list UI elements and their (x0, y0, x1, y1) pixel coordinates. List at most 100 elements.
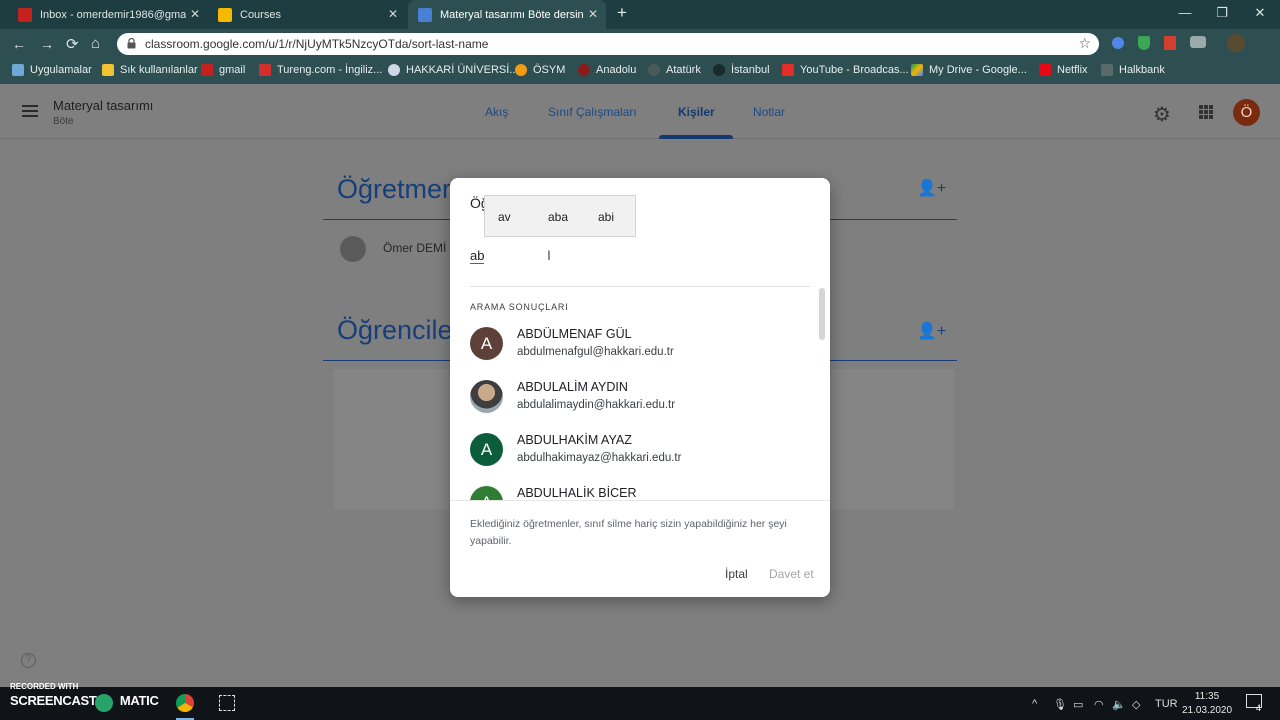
invite-button[interactable]: Davet et (769, 567, 814, 581)
results-label: ARAMA SONUÇLARI (470, 302, 569, 312)
clock[interactable]: 11:35 21.03.2020 (1182, 690, 1232, 718)
tab-grades[interactable]: Notlar (753, 105, 785, 119)
reload-icon[interactable]: ⟳ (66, 35, 79, 53)
main-menu-icon[interactable] (22, 105, 38, 117)
lock-icon (127, 38, 136, 49)
dropbox-icon[interactable]: ◇ (1132, 698, 1140, 711)
list-item[interactable]: A ABDULHALİK BİCER (470, 486, 810, 500)
ime-suggestion[interactable]: aba (548, 210, 568, 224)
cast-extension-icon[interactable] (1190, 36, 1206, 48)
ime-suggestion[interactable]: av (498, 210, 511, 224)
tureng-icon (259, 64, 271, 76)
classroom-icon (218, 7, 232, 22)
search-input[interactable]: ab (470, 249, 485, 264)
forward-icon[interactable]: → (40, 36, 54, 52)
tab-courses[interactable]: Courses ✕ (208, 0, 406, 29)
people-icon (418, 7, 432, 22)
close-tab-icon[interactable]: ✕ (388, 7, 398, 21)
apps-grid-icon (12, 64, 24, 76)
result-name: ABDÜLMENAF GÜL (517, 327, 632, 341)
maximize-icon[interactable]: ❐ (1212, 5, 1232, 21)
chrome-icon[interactable] (176, 694, 194, 712)
battery-icon[interactable]: ▭ (1073, 698, 1083, 711)
bookmark-label: HAKKARİ ÜNİVERSİ... (406, 64, 519, 76)
bookmark-netflix[interactable]: Netflix (1039, 64, 1088, 76)
tab-people[interactable]: Kişiler (678, 105, 715, 119)
bookmark-halkbank[interactable]: Halkbank (1101, 64, 1165, 76)
gmail-icon (18, 7, 32, 22)
tab-classwork[interactable]: Sınıf Çalışmaları (548, 105, 637, 119)
back-icon[interactable]: ← (12, 36, 26, 52)
bookmark-star-icon[interactable]: ☆ (1078, 35, 1091, 52)
bookmark-istanbul[interactable]: İstanbul (713, 64, 770, 76)
netflix-icon (1039, 64, 1051, 76)
footer-divider (450, 500, 830, 501)
bookmark-gmail[interactable]: gmail (201, 64, 245, 76)
drive-icon (911, 64, 923, 76)
bookmark-apps[interactable]: Uygulamalar (12, 64, 92, 76)
result-name: ABDULHAKİM AYAZ (517, 433, 632, 447)
minimize-icon[interactable]: — (1175, 5, 1195, 20)
bookmark-tureng[interactable]: Tureng.com - İngiliz... (259, 64, 382, 76)
class-title[interactable]: Materyal tasarımı (53, 98, 153, 113)
bookmark-osym[interactable]: ÖSYM (515, 64, 565, 76)
bookmark-label: Sık kullanılanlar (120, 64, 198, 76)
gear-icon[interactable]: ⚙ (1153, 102, 1171, 127)
microphone-icon[interactable]: 🎙 (1053, 698, 1067, 711)
bookmark-label: gmail (219, 64, 246, 76)
pdf-extension-icon[interactable] (1164, 36, 1176, 50)
close-tab-icon[interactable]: ✕ (190, 7, 200, 21)
shield-extension-icon[interactable] (1138, 36, 1150, 50)
tab-materyal[interactable]: Materyal tasarımı Böte dersindeki ✕ (408, 0, 606, 29)
avatar: A (470, 486, 503, 500)
chevron-up-icon[interactable]: ^ (1032, 698, 1037, 710)
bookmark-label: My Drive - Google... (929, 64, 1027, 76)
url-bar[interactable]: classroom.google.com/u/1/r/NjUyMTk5NzcyO… (117, 33, 1099, 55)
tab-gmail[interactable]: Inbox - omerdemir1986@gmail.c ✕ (8, 0, 208, 29)
class-subtitle: Böte (53, 116, 74, 127)
extension-icon[interactable] (1112, 37, 1124, 49)
university-icon (388, 64, 400, 76)
volume-icon[interactable]: 🔈 (1112, 698, 1126, 711)
halkbank-icon (1101, 64, 1113, 76)
bookmarks-bar: Uygulamalar Sık kullanılanlar gmail Ture… (0, 58, 1280, 84)
bookmark-label: Anadolu (596, 64, 637, 76)
result-email: abdulalimaydin@hakkari.edu.tr (517, 399, 676, 411)
help-icon[interactable]: ? (21, 653, 36, 668)
home-icon[interactable]: ⌂ (91, 35, 100, 52)
result-name: ABDULHALİK BİCER (517, 486, 637, 500)
bookmark-ataturk[interactable]: Atatürk (648, 64, 701, 76)
add-student-icon[interactable]: 👤+ (917, 321, 946, 341)
result-name: ABDULALİM AYDIN (517, 380, 628, 394)
bookmark-hakkari[interactable]: HAKKARİ ÜNİVERSİ... (388, 64, 518, 76)
list-item[interactable]: ABDULALİM AYDIN abdulalimaydin@hakkari.e… (470, 380, 810, 430)
snipping-tool-icon[interactable] (219, 695, 235, 711)
cancel-button[interactable]: İptal (725, 567, 748, 581)
bookmark-youtube[interactable]: YouTube - Broadcas... (782, 64, 909, 76)
screencast-text: SCREENCAST (10, 693, 97, 708)
clock-date: 21.03.2020 (1182, 705, 1233, 716)
list-item[interactable]: A ABDÜLMENAF GÜL abdulmenafgul@hakkari.e… (470, 327, 810, 377)
new-tab-button[interactable]: + (617, 3, 627, 23)
bookmark-anadolu[interactable]: Anadolu (578, 64, 636, 76)
add-teacher-icon[interactable]: 👤+ (917, 178, 946, 198)
bookmark-drive[interactable]: My Drive - Google... (911, 64, 1027, 76)
osym-icon (515, 64, 527, 76)
bookmark-label: YouTube - Broadcas... (800, 64, 909, 76)
account-avatar[interactable]: Ö (1233, 99, 1260, 126)
wifi-icon[interactable]: ◠ (1094, 698, 1104, 711)
google-apps-icon[interactable] (1199, 105, 1213, 119)
tab-stream[interactable]: Akış (485, 105, 508, 119)
recorded-with-label: RECORDED WITH (10, 682, 79, 691)
list-item[interactable]: A ABDULHAKİM AYAZ abdulhakimayaz@hakkari… (470, 433, 810, 483)
language-indicator[interactable]: TUR (1155, 698, 1178, 710)
bookmark-favorites[interactable]: Sık kullanılanlar (102, 64, 198, 76)
profile-avatar[interactable] (1227, 34, 1245, 52)
gmail-icon (201, 64, 213, 76)
clock-time: 11:35 (1194, 691, 1220, 702)
close-tab-icon[interactable]: ✕ (588, 7, 598, 21)
close-window-icon[interactable]: ✕ (1250, 5, 1270, 21)
ime-suggestion[interactable]: abi (598, 210, 614, 224)
taskbar (0, 687, 1280, 720)
ataturk-icon (648, 64, 660, 76)
